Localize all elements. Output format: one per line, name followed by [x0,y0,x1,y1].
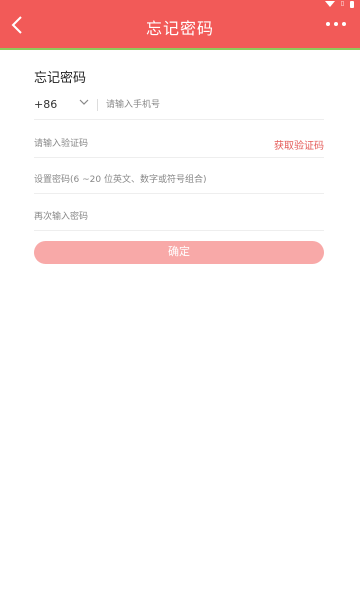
status-bar: ▯ [324,0,354,8]
get-code-button[interactable]: 获取验证码 [274,137,324,152]
password-confirm-input[interactable] [34,209,314,225]
phone-input[interactable] [106,97,316,113]
more-dot-icon [334,22,338,26]
password-confirm-row [34,207,324,231]
password-input[interactable] [34,172,314,188]
wifi-icon [324,1,335,7]
password-row [34,170,324,194]
country-code-select[interactable]: +86 [34,98,57,111]
page-title: 忘记密码 [145,19,214,38]
confirm-button[interactable]: 确定 [34,241,324,264]
field-divider [97,99,98,111]
more-dot-icon [326,22,330,26]
more-dot-icon [342,22,346,26]
header-accent-line [0,48,360,50]
battery-icon [350,0,354,8]
code-row: 获取验证码 [34,132,324,158]
chevron-down-icon[interactable] [79,98,89,106]
signal-icon: ▯ [340,0,344,7]
more-options-button[interactable] [326,22,346,26]
phone-row: +86 [34,94,324,120]
verification-code-input[interactable] [34,136,234,152]
form-heading: 忘记密码 [34,71,87,86]
app-header: ▯ 忘记密码 [0,0,360,48]
